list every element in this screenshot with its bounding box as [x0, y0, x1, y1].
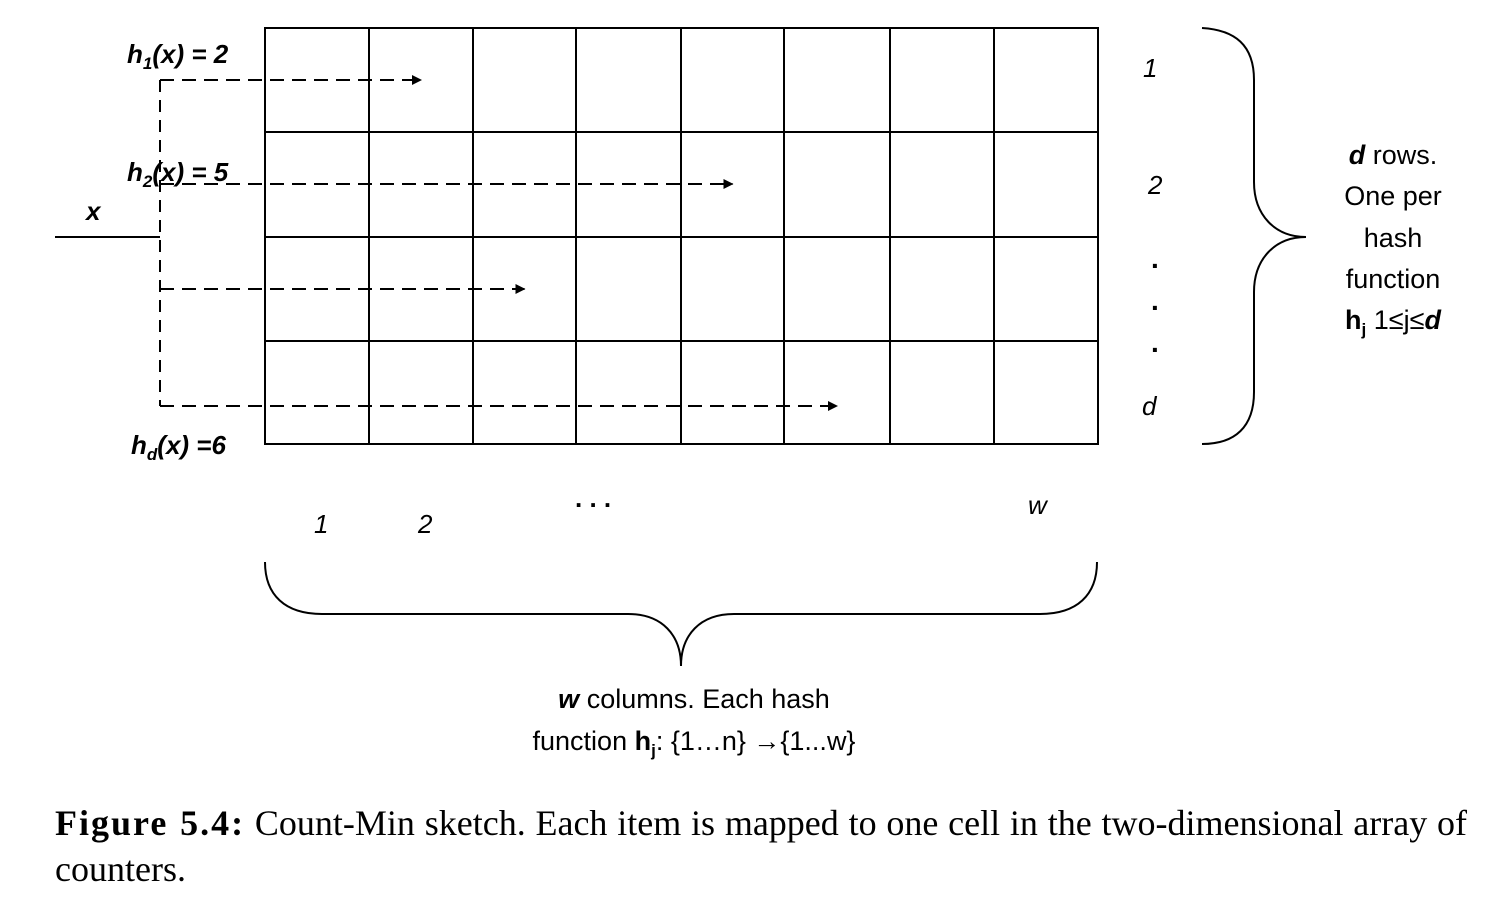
- counter-cell: [783, 131, 891, 238]
- counter-array-grid: [264, 27, 1099, 445]
- row-ellipsis-dot-2: .: [1151, 285, 1159, 316]
- counter-cell: [575, 27, 682, 133]
- figure-label: Figure 5.4:: [55, 803, 246, 843]
- hash-label-1: h1(x) = 2: [127, 39, 229, 73]
- counter-cell: [993, 131, 1099, 238]
- columns-brace: [264, 561, 1098, 667]
- counter-cell: [575, 236, 682, 342]
- column-ellipsis: . . .: [575, 483, 611, 513]
- row-label-d: d: [1142, 391, 1158, 421]
- counter-cell: [889, 340, 995, 445]
- rows-brace: [1201, 27, 1307, 445]
- counter-cell: [889, 131, 995, 238]
- columns-description-line-1: w columns. Each hash: [558, 684, 830, 714]
- rows-description-line-2: One per: [1344, 181, 1442, 211]
- column-label-1: 1: [314, 509, 328, 539]
- counter-cell: [680, 340, 785, 445]
- hash-arrows: [160, 75, 838, 411]
- counter-cell: [993, 236, 1099, 342]
- hash-label-d: hd(x) =6: [131, 430, 226, 464]
- counter-cell: [368, 340, 474, 445]
- columns-description-line-2: function hj: {1…n} →{1...w}: [533, 726, 856, 760]
- rows-description-line-4: function: [1346, 264, 1441, 294]
- rows-description-line-1: d rows.: [1349, 140, 1438, 170]
- counter-cell: [575, 340, 682, 445]
- caption-text: Count-Min sketch. Each item is mapped to…: [55, 803, 1467, 889]
- counter-cell: [889, 27, 995, 133]
- count-min-sketch-diagram: x h1(x) = 2 h2(x) = 5 hd(x) =6 1 2 . . .…: [55, 27, 1442, 760]
- figure-caption: Figure 5.4: Count-Min sketch. Each item …: [55, 800, 1467, 892]
- row-label-2: 2: [1147, 170, 1163, 200]
- column-label-w: w: [1028, 490, 1049, 520]
- column-label-2: 2: [417, 509, 433, 539]
- row-ellipsis-dot-1: .: [1151, 243, 1159, 274]
- counter-cell: [264, 340, 370, 445]
- counter-cell: [993, 340, 1099, 445]
- counter-cell: [783, 236, 891, 342]
- row-label-1: 1: [1143, 53, 1157, 83]
- input-label: x: [84, 196, 102, 226]
- rows-description-line-3: hash: [1364, 223, 1423, 253]
- hash-label-2: h2(x) = 5: [127, 157, 229, 191]
- rows-description-line-5: hj 1≤j≤d: [1345, 305, 1441, 339]
- counter-cell: [472, 27, 577, 133]
- counter-cell: [993, 27, 1099, 133]
- counter-cell: [783, 340, 891, 445]
- counter-cell: [472, 340, 577, 445]
- row-ellipsis-dot-3: .: [1151, 327, 1159, 358]
- counter-cell: [783, 27, 891, 133]
- counter-cell: [680, 236, 785, 342]
- counter-cell: [889, 236, 995, 342]
- counter-cell: [680, 27, 785, 133]
